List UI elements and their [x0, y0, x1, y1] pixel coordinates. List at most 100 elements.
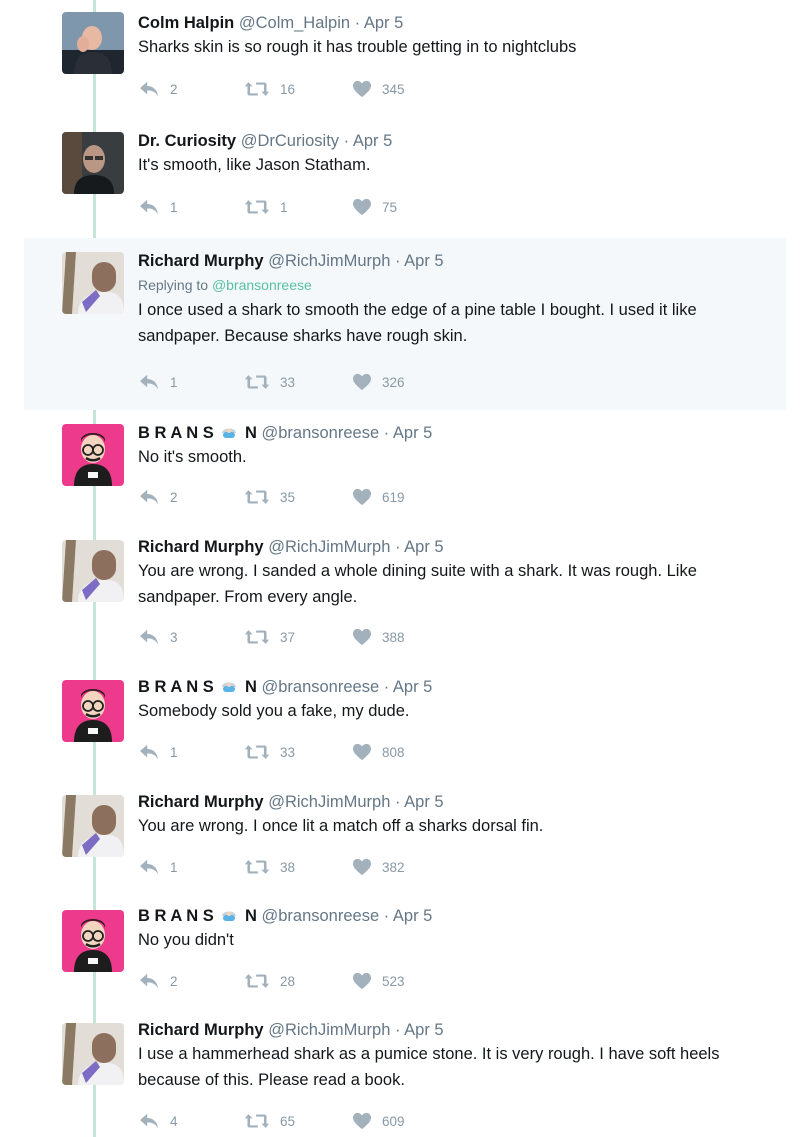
tweet-text: You are wrong. I once lit a match off a …	[138, 817, 544, 835]
avatar[interactable]	[62, 424, 124, 486]
tweet[interactable]: B R A N S N @bransonreese · Apr 5 No you…	[24, 900, 786, 1015]
tweet[interactable]: Colm Halpin @Colm_Halpin · Apr 5 Sharks …	[24, 0, 786, 118]
reply-button[interactable]: 3	[138, 628, 178, 646]
author-name[interactable]: B R A N S N	[138, 907, 257, 925]
avatar[interactable]	[62, 1023, 124, 1085]
tweet-date[interactable]: Apr 5	[404, 252, 443, 270]
retweet-count: 37	[280, 629, 296, 645]
author-handle[interactable]: @bransonreese	[261, 424, 379, 442]
like-button[interactable]: 345	[352, 80, 405, 98]
tweet-header: B R A N S N @bransonreese · Apr 5	[138, 905, 782, 927]
author-handle[interactable]: @Colm_Halpin	[239, 14, 350, 32]
tweet-focused[interactable]: Richard Murphy @RichJimMurph · Apr 5 Rep…	[24, 238, 786, 410]
avatar[interactable]	[62, 795, 124, 857]
retweet-button[interactable]: 1	[244, 198, 288, 216]
reply-button[interactable]: 1	[138, 373, 178, 391]
author-handle[interactable]: @RichJimMurph	[268, 538, 390, 556]
reply-button[interactable]: 1	[138, 743, 178, 761]
tweet-date[interactable]: Apr 5	[404, 538, 443, 556]
author-name[interactable]: Dr. Curiosity	[138, 132, 236, 150]
author-name[interactable]: Richard Murphy	[138, 252, 264, 270]
retweet-button[interactable]: 33	[244, 373, 295, 391]
like-button[interactable]: 523	[352, 972, 405, 990]
author-name[interactable]: Richard Murphy	[138, 538, 264, 556]
tweet-date[interactable]: Apr 5	[393, 678, 432, 696]
tweet-date[interactable]: Apr 5	[393, 424, 432, 442]
retweet-button[interactable]: 33	[244, 743, 295, 761]
avatar[interactable]	[62, 12, 124, 74]
reply-icon	[138, 1112, 160, 1130]
tweet-date[interactable]: Apr 5	[364, 14, 403, 32]
author-handle[interactable]: @bransonreese	[261, 907, 379, 925]
avatar[interactable]	[62, 910, 124, 972]
tweet-header: Colm Halpin @Colm_Halpin · Apr 5	[138, 12, 782, 34]
reply-button[interactable]: 1	[138, 858, 178, 876]
retweet-button[interactable]: 35	[244, 488, 295, 506]
retweet-count: 28	[280, 973, 296, 989]
avatar[interactable]	[62, 252, 124, 314]
retweet-count: 33	[280, 744, 296, 760]
retweet-button[interactable]: 28	[244, 972, 295, 990]
tweet[interactable]: Richard Murphy @RichJimMurph · Apr 5 You…	[24, 785, 786, 900]
reply-count: 1	[170, 374, 178, 390]
author-name[interactable]: B R A N S N	[138, 424, 257, 442]
retweet-icon	[244, 198, 270, 216]
like-button[interactable]: 609	[352, 1112, 405, 1130]
retweet-count: 1	[280, 199, 288, 215]
reply-button[interactable]: 1	[138, 198, 178, 216]
avatar[interactable]	[62, 680, 124, 742]
reply-button[interactable]: 2	[138, 972, 178, 990]
like-button[interactable]: 326	[352, 373, 405, 391]
avatar[interactable]	[62, 540, 124, 602]
tweet[interactable]: Dr. Curiosity @DrCuriosity · Apr 5 It's …	[24, 118, 786, 238]
retweet-button[interactable]: 65	[244, 1112, 295, 1130]
tweet[interactable]: B R A N S N @bransonreese · Apr 5 No it'…	[24, 410, 786, 530]
like-button[interactable]: 75	[352, 198, 397, 216]
reply-count: 1	[170, 744, 178, 760]
tweet-date[interactable]: Apr 5	[393, 907, 432, 925]
replying-to: Replying to @bransonreese	[138, 275, 782, 295]
replying-to-label: Replying to	[138, 277, 209, 293]
retweet-button[interactable]: 38	[244, 858, 295, 876]
author-handle[interactable]: @bransonreese	[261, 678, 379, 696]
like-count: 619	[382, 489, 405, 505]
tweet-text: You are wrong. I sanded a whole dining s…	[138, 562, 697, 606]
author-handle[interactable]: @RichJimMurph	[268, 252, 390, 270]
retweet-icon	[244, 628, 270, 646]
author-name[interactable]: Richard Murphy	[138, 1021, 264, 1039]
separator: ·	[394, 252, 401, 270]
heart-icon	[352, 743, 372, 761]
separator: ·	[354, 14, 361, 32]
tweet[interactable]: Richard Murphy @RichJimMurph · Apr 5 You…	[24, 530, 786, 670]
retweet-icon	[244, 972, 270, 990]
author-name[interactable]: Richard Murphy	[138, 793, 264, 811]
like-button[interactable]: 619	[352, 488, 405, 506]
tweet-date[interactable]: Apr 5	[404, 1021, 443, 1039]
retweet-icon	[244, 373, 270, 391]
tweet-date[interactable]: Apr 5	[353, 132, 392, 150]
tweet-date[interactable]: Apr 5	[404, 793, 443, 811]
like-button[interactable]: 382	[352, 858, 405, 876]
retweet-button[interactable]: 37	[244, 628, 295, 646]
like-button[interactable]: 808	[352, 743, 405, 761]
tweet[interactable]: Richard Murphy @RichJimMurph · Apr 5 I u…	[24, 1015, 786, 1137]
reply-icon	[138, 858, 160, 876]
author-name[interactable]: Colm Halpin	[138, 14, 234, 32]
reply-icon	[138, 743, 160, 761]
author-handle[interactable]: @DrCuriosity	[241, 132, 339, 150]
author-handle[interactable]: @RichJimMurph	[268, 793, 390, 811]
separator: ·	[394, 793, 401, 811]
retweet-button[interactable]: 16	[244, 80, 295, 98]
like-button[interactable]: 388	[352, 628, 405, 646]
replying-to-user[interactable]: @bransonreese	[212, 277, 312, 293]
author-handle[interactable]: @RichJimMurph	[268, 1021, 390, 1039]
reply-button[interactable]: 2	[138, 80, 178, 98]
tweet[interactable]: B R A N S N @bransonreese · Apr 5 Somebo…	[24, 670, 786, 785]
retweet-count: 38	[280, 859, 296, 875]
separator: ·	[394, 1021, 401, 1039]
avatar[interactable]	[62, 132, 124, 194]
author-name[interactable]: B R A N S N	[138, 678, 257, 696]
reply-button[interactable]: 2	[138, 488, 178, 506]
reply-button[interactable]: 4	[138, 1112, 178, 1130]
reply-icon	[138, 488, 160, 506]
